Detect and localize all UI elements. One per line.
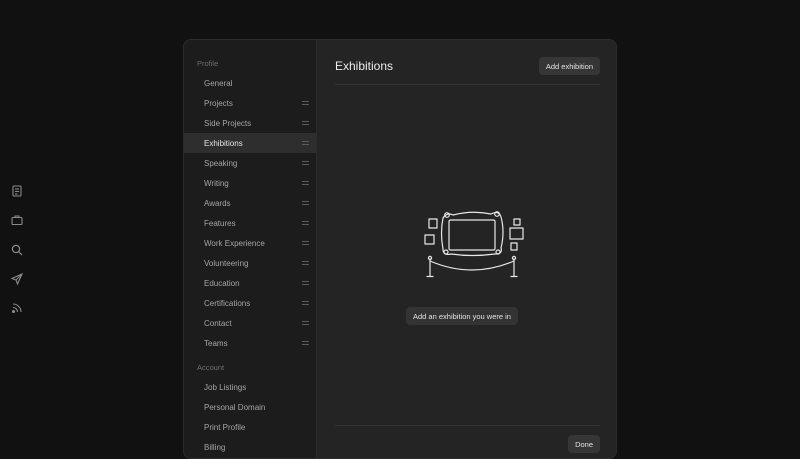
search-icon[interactable] [9, 242, 25, 258]
sidebar-item-label: Writing [204, 178, 229, 188]
sidebar-item-label: Speaking [204, 158, 238, 168]
drag-handle-icon[interactable] [302, 181, 309, 185]
drag-handle-icon[interactable] [302, 341, 309, 345]
sidebar-item-label: Contact [204, 318, 232, 328]
sidebar-item-side-projects[interactable]: Side Projects [184, 113, 317, 133]
sidebar-item-label: Print Profile [204, 422, 246, 432]
sidebar-item-label: Job Listings [204, 382, 247, 392]
drag-handle-icon[interactable] [302, 101, 309, 105]
sidebar-item-label: Volunteering [204, 258, 249, 268]
main-panel: Exhibitions Add exhibition Add an exhibi… [318, 40, 616, 458]
sidebar-item-education[interactable]: Education [184, 273, 317, 293]
sidebar-item-billing[interactable]: Billing [184, 437, 317, 457]
sidebar-item-features[interactable]: Features [184, 213, 317, 233]
exhibition-illustration [417, 204, 527, 284]
sidebar-item-contact[interactable]: Contact [184, 313, 317, 333]
footer-divider [335, 425, 600, 426]
sidebar-item-general[interactable]: General [184, 73, 317, 93]
sidebar-item-label: Teams [204, 338, 228, 348]
drag-handle-icon[interactable] [302, 241, 309, 245]
sidebar-item-volunteering[interactable]: Volunteering [184, 253, 317, 273]
sidebar-item-label: Projects [204, 98, 233, 108]
settings-modal: Profile General Projects Side Projects E… [183, 39, 617, 459]
sidebar-item-print-profile[interactable]: Print Profile [184, 417, 317, 437]
done-button[interactable]: Done [568, 435, 600, 453]
sidebar-item-label: Awards [204, 198, 231, 208]
add-exhibition-empty-button[interactable]: Add an exhibition you were in [406, 307, 518, 325]
drag-handle-icon[interactable] [302, 221, 309, 225]
drag-handle-icon[interactable] [302, 301, 309, 305]
drag-handle-icon[interactable] [302, 121, 309, 125]
drag-handle-icon[interactable] [302, 261, 309, 265]
sidebar-item-label: Exhibitions [204, 138, 243, 148]
sidebar-item-label: Billing [204, 442, 226, 452]
section-title-profile: Profile [197, 59, 219, 68]
sidebar-item-speaking[interactable]: Speaking [184, 153, 317, 173]
drag-handle-icon[interactable] [302, 141, 309, 145]
drag-handle-icon[interactable] [302, 161, 309, 165]
sidebar-item-label: Work Experience [204, 238, 265, 248]
sidebar-item-label: Education [204, 278, 240, 288]
settings-sidebar: Profile General Projects Side Projects E… [184, 40, 317, 458]
sidebar-item-work-experience[interactable]: Work Experience [184, 233, 317, 253]
sidebar-item-awards[interactable]: Awards [184, 193, 317, 213]
section-title-account: Account [197, 363, 225, 372]
drag-handle-icon[interactable] [302, 201, 309, 205]
briefcase-icon[interactable] [9, 212, 25, 228]
sidebar-item-teams[interactable]: Teams [184, 333, 317, 353]
drag-handle-icon[interactable] [302, 321, 309, 325]
header-divider [335, 84, 600, 85]
sidebar-item-label: Features [204, 218, 236, 228]
rss-icon[interactable] [9, 300, 25, 316]
add-exhibition-button[interactable]: Add exhibition [538, 57, 600, 75]
sidebar-item-writing[interactable]: Writing [184, 173, 317, 193]
page-title: Exhibitions [335, 59, 394, 73]
sidebar-item-label: Certifications [204, 298, 251, 308]
sidebar-item-label: General [204, 78, 233, 88]
sidebar-item-personal-domain[interactable]: Personal Domain [184, 397, 317, 417]
sidebar-item-projects[interactable]: Projects [184, 93, 317, 113]
sidebar-item-certifications[interactable]: Certifications [184, 293, 317, 313]
sidebar-item-label: Side Projects [204, 118, 252, 128]
send-icon[interactable] [9, 271, 25, 287]
drag-handle-icon[interactable] [302, 281, 309, 285]
notes-icon[interactable] [9, 183, 25, 199]
sidebar-item-label: Personal Domain [204, 402, 266, 412]
sidebar-item-job-listings[interactable]: Job Listings [184, 377, 317, 397]
left-rail [0, 0, 34, 450]
sidebar-item-exhibitions[interactable]: Exhibitions [184, 133, 317, 153]
